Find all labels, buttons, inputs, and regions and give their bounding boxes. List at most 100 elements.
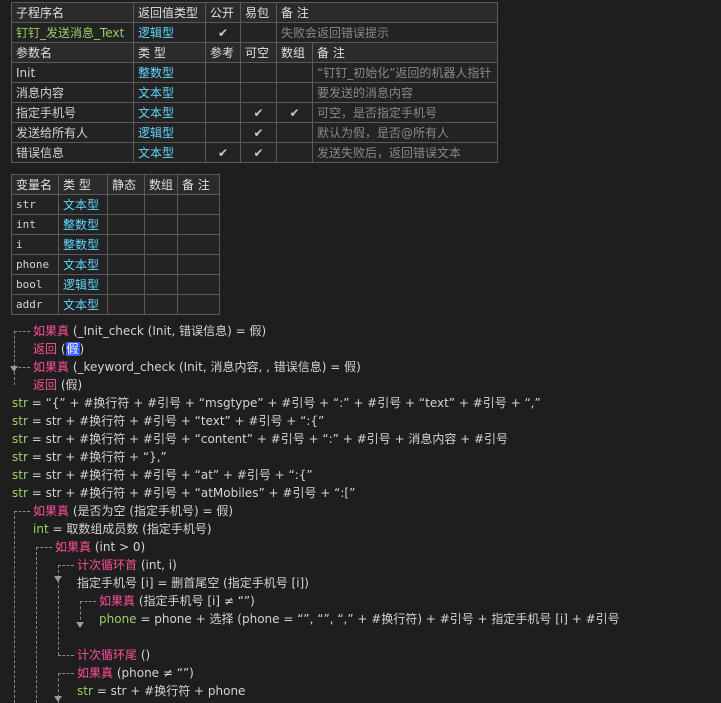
variable-row[interactable]: addr 文本型 — [11, 294, 221, 315]
var-type[interactable]: 整数型 — [58, 234, 108, 255]
variable-row[interactable]: phone 文本型 — [11, 254, 221, 275]
code-line[interactable]: 返回 (假) — [33, 340, 84, 358]
param-note[interactable]: 要发送的消息内容 — [312, 82, 498, 103]
param-nullable[interactable] — [240, 82, 277, 103]
param-row[interactable]: Init 整数型 “钉钉_初始化”返回的机器人指针 — [11, 62, 498, 83]
var-name[interactable]: int — [11, 214, 59, 235]
var-array[interactable] — [143, 194, 179, 215]
param-type[interactable]: 文本型 — [133, 142, 206, 163]
param-note[interactable]: “钉钉_初始化”返回的机器人指针 — [312, 62, 498, 83]
variable-row[interactable]: i 整数型 — [11, 234, 221, 255]
code-line[interactable]: str = “{” + #换行符 + #引号 + “msgtype” + #引号… — [12, 394, 541, 412]
subroutine-note[interactable]: 失败会返回错误提示 — [276, 22, 498, 43]
code-line[interactable]: 指定手机号 [i] = 删首尾空 (指定手机号 [i]) — [77, 574, 309, 592]
var-name[interactable]: str — [11, 194, 59, 215]
var-note[interactable] — [177, 234, 221, 255]
code-editor[interactable]: 如果真 (_Init_check (Init, 错误信息) = 假) 返回 (假… — [0, 322, 721, 703]
param-row[interactable]: 指定手机号 文本型 ✔ ✔ 可空，是否指定手机号 — [11, 102, 498, 123]
var-type[interactable]: 逻辑型 — [58, 274, 108, 295]
var-static[interactable] — [107, 234, 145, 255]
subroutine-public-check[interactable]: ✔ — [205, 22, 241, 43]
param-array[interactable] — [276, 122, 313, 143]
code-expr: = str + #换行符 + #引号 + “at” + #引号 + “:{” — [27, 468, 313, 482]
code-line[interactable]: str = str + #换行符 + #引号 + “content” + #引号… — [12, 430, 508, 448]
var-type[interactable]: 文本型 — [58, 194, 108, 215]
param-nullable[interactable]: ✔ — [240, 142, 277, 163]
code-line[interactable]: str = str + #换行符 + phone — [77, 682, 245, 700]
var-type[interactable]: 文本型 — [58, 254, 108, 275]
param-note[interactable]: 发送失败后，返回错误文本 — [312, 142, 498, 163]
var-type[interactable]: 文本型 — [58, 294, 108, 315]
code-line[interactable]: 返回 (假) — [33, 376, 82, 394]
param-name[interactable]: 指定手机号 — [11, 102, 134, 123]
param-ref[interactable] — [205, 82, 241, 103]
param-nullable[interactable]: ✔ — [240, 102, 277, 123]
var-array[interactable] — [143, 254, 179, 275]
code-line[interactable]: 如果真 (_keyword_check (Init, 消息内容, , 错误信息)… — [33, 358, 361, 376]
code-line[interactable]: str = str + #换行符 + #引号 + “text” + #引号 + … — [12, 412, 324, 430]
param-ref[interactable] — [205, 102, 241, 123]
code-line[interactable]: phone = phone + 选择 (phone = “”, “”, “,” … — [99, 610, 620, 628]
var-static[interactable] — [107, 294, 145, 315]
param-row[interactable]: 消息内容 文本型 要发送的消息内容 — [11, 82, 498, 103]
param-row[interactable]: 错误信息 文本型 ✔ ✔ 发送失败后，返回错误文本 — [11, 142, 498, 163]
var-array[interactable] — [143, 294, 179, 315]
param-note[interactable]: 可空，是否指定手机号 — [312, 102, 498, 123]
param-note[interactable]: 默认为假，是否@所有人 — [312, 122, 498, 143]
code-line[interactable]: str = str + #换行符 + “},” — [12, 448, 167, 466]
code-line[interactable]: 如果真 (phone ≠ “”) — [77, 664, 194, 682]
param-ref[interactable] — [205, 62, 241, 83]
param-nullable[interactable]: ✔ — [240, 122, 277, 143]
var-static[interactable] — [107, 214, 145, 235]
param-name[interactable]: Init — [11, 62, 134, 83]
code-line[interactable]: 如果真 (指定手机号 [i] ≠ “”) — [99, 592, 255, 610]
param-type[interactable]: 文本型 — [133, 102, 206, 123]
code-line[interactable]: str = str + #换行符 + #引号 + “atMobiles” + #… — [12, 484, 355, 502]
param-type[interactable]: 逻辑型 — [133, 122, 206, 143]
param-array[interactable] — [276, 82, 313, 103]
var-name[interactable]: phone — [11, 254, 59, 275]
code-line[interactable]: 计次循环首 (int, i) — [77, 556, 177, 574]
param-nullable[interactable] — [240, 62, 277, 83]
code-line[interactable]: 如果真 (int > 0) — [55, 538, 145, 556]
param-array[interactable] — [276, 142, 313, 163]
subroutine-row[interactable]: 钉钉_发送消息_Text 逻辑型 ✔ 失败会返回错误提示 — [11, 22, 498, 43]
variable-row[interactable]: int 整数型 — [11, 214, 221, 235]
var-name[interactable]: i — [11, 234, 59, 255]
subroutine-easy-check[interactable] — [240, 22, 277, 43]
param-array[interactable]: ✔ — [276, 102, 313, 123]
param-type[interactable]: 整数型 — [133, 62, 206, 83]
var-static[interactable] — [107, 254, 145, 275]
code-line[interactable]: 如果真 (_Init_check (Init, 错误信息) = 假) — [33, 322, 266, 340]
var-note[interactable] — [177, 214, 221, 235]
code-line[interactable]: 计次循环尾 () — [77, 646, 150, 664]
var-note[interactable] — [177, 274, 221, 295]
subroutine-name[interactable]: 钉钉_发送消息_Text — [11, 22, 134, 43]
variable-row[interactable]: str 文本型 — [11, 194, 221, 215]
param-name[interactable]: 发送给所有人 — [11, 122, 134, 143]
code-line[interactable]: 如果真 (是否为空 (指定手机号) = 假) — [33, 502, 233, 520]
code-line[interactable]: str = str + #换行符 + #引号 + “at” + #引号 + “:… — [12, 466, 313, 484]
var-note[interactable] — [177, 254, 221, 275]
variable-row[interactable]: bool 逻辑型 — [11, 274, 221, 295]
param-array[interactable] — [276, 62, 313, 83]
var-type[interactable]: 整数型 — [58, 214, 108, 235]
subroutine-return-type[interactable]: 逻辑型 — [133, 22, 206, 43]
var-note[interactable] — [177, 194, 221, 215]
param-name[interactable]: 错误信息 — [11, 142, 134, 163]
var-static[interactable] — [107, 194, 145, 215]
var-note[interactable] — [177, 294, 221, 315]
param-type[interactable]: 文本型 — [133, 82, 206, 103]
var-static[interactable] — [107, 274, 145, 295]
var-name[interactable]: addr — [11, 294, 59, 315]
code-line[interactable]: int = 取数组成员数 (指定手机号) — [33, 520, 212, 538]
var-name[interactable]: bool — [11, 274, 59, 295]
var-array[interactable] — [143, 214, 179, 235]
param-name[interactable]: 消息内容 — [11, 82, 134, 103]
var-array[interactable] — [143, 234, 179, 255]
var-array[interactable] — [143, 274, 179, 295]
param-ref[interactable]: ✔ — [205, 142, 241, 163]
param-ref[interactable] — [205, 122, 241, 143]
selected-token[interactable]: 假 — [65, 342, 80, 356]
param-row[interactable]: 发送给所有人 逻辑型 ✔ 默认为假，是否@所有人 — [11, 122, 498, 143]
